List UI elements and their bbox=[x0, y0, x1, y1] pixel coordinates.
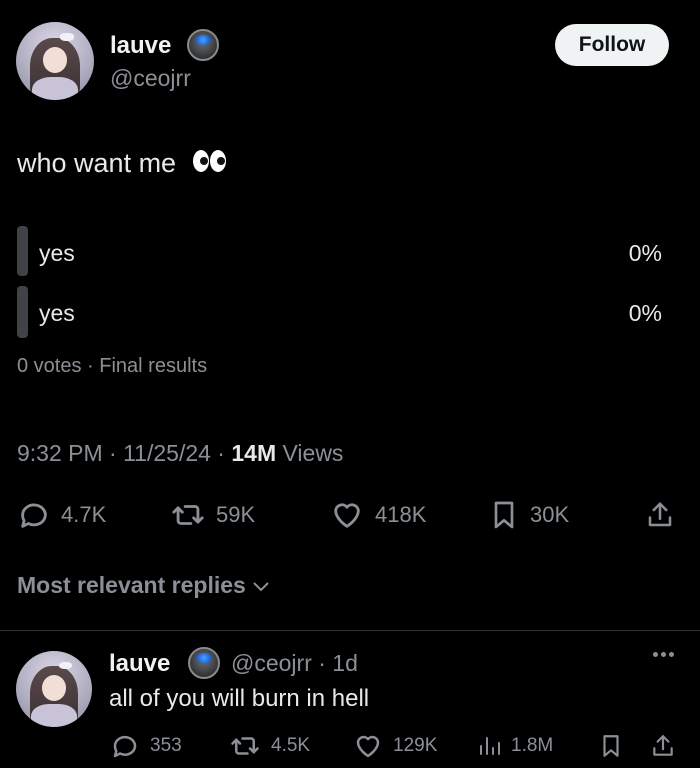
author-avatar[interactable] bbox=[16, 22, 94, 100]
author-handle[interactable]: @ceojrr bbox=[110, 65, 191, 92]
reply-views-count: 1.8M bbox=[511, 735, 554, 756]
share-button[interactable] bbox=[645, 497, 675, 533]
like-icon bbox=[334, 503, 360, 528]
poll-results-meta: 0 votes · Final results bbox=[17, 355, 208, 377]
reply-reply-button[interactable]: 353 bbox=[110, 731, 182, 761]
post-time[interactable]: 9:32 PM · 11/25/24 · bbox=[17, 440, 231, 466]
bookmark-icon bbox=[603, 735, 619, 757]
replies-sort-dropdown[interactable]: Most relevant replies bbox=[17, 572, 270, 599]
verified-badge-icon bbox=[188, 647, 220, 679]
reply-icon bbox=[113, 735, 137, 758]
verified-badge-icon bbox=[187, 29, 219, 61]
divider bbox=[0, 630, 700, 631]
like-icon bbox=[356, 735, 380, 758]
eyes-emoji bbox=[192, 149, 228, 180]
bookmark-icon bbox=[494, 501, 514, 529]
replies-sort-label: Most relevant replies bbox=[17, 572, 246, 598]
chevron-down-icon bbox=[253, 581, 269, 591]
post-timestamp: 9:32 PM · 11/25/24 · 14M Views bbox=[17, 440, 343, 467]
reply-author-handle-time[interactable]: @ceojrr · 1d bbox=[231, 650, 358, 677]
poll-option-percent: 0% bbox=[628, 300, 662, 326]
reply-count: 4.7K bbox=[61, 502, 107, 527]
share-icon bbox=[648, 502, 672, 527]
poll-option-bar bbox=[17, 226, 28, 276]
poll-option-percent: 0% bbox=[628, 240, 662, 266]
share-icon bbox=[653, 735, 673, 756]
reply-author-avatar[interactable] bbox=[16, 651, 92, 727]
follow-button[interactable]: Follow bbox=[555, 24, 669, 66]
repost-button[interactable]: 59K bbox=[170, 497, 255, 533]
bookmark-count: 30K bbox=[530, 502, 570, 527]
reply-share-button[interactable] bbox=[650, 731, 676, 761]
author-name[interactable]: lauve bbox=[110, 32, 171, 60]
reply-like-count: 129K bbox=[393, 735, 438, 756]
post-text-content: who want me bbox=[17, 148, 177, 178]
poll-option-label: yes bbox=[39, 300, 75, 326]
reply-text: all of you will burn in hell bbox=[109, 685, 370, 712]
reply-repost-count: 4.5K bbox=[271, 735, 311, 756]
like-button[interactable]: 418K bbox=[329, 497, 426, 533]
views-count: 14M bbox=[231, 440, 277, 466]
reply-button[interactable]: 4.7K bbox=[17, 497, 106, 533]
views-icon bbox=[480, 737, 500, 755]
reply-repost-button[interactable]: 4.5K bbox=[229, 731, 310, 761]
reply-icon bbox=[21, 503, 47, 528]
bookmark-button[interactable]: 30K bbox=[488, 497, 569, 533]
reply-views-button[interactable]: 1.8M bbox=[477, 731, 553, 761]
reply-bookmark-button[interactable] bbox=[598, 731, 624, 761]
reply-reply-count: 353 bbox=[150, 735, 182, 756]
repost-count: 59K bbox=[216, 502, 256, 527]
poll-option-bar bbox=[17, 286, 28, 338]
post-text: who want me bbox=[17, 148, 228, 180]
repost-icon bbox=[172, 505, 204, 525]
reply-like-button[interactable]: 129K bbox=[353, 731, 437, 761]
like-count: 418K bbox=[375, 502, 427, 527]
repost-icon bbox=[231, 737, 259, 755]
reply-author-name[interactable]: lauve bbox=[109, 650, 170, 678]
more-icon[interactable] bbox=[653, 652, 674, 657]
views-label: Views bbox=[276, 440, 344, 466]
poll-option-label: yes bbox=[39, 240, 75, 266]
